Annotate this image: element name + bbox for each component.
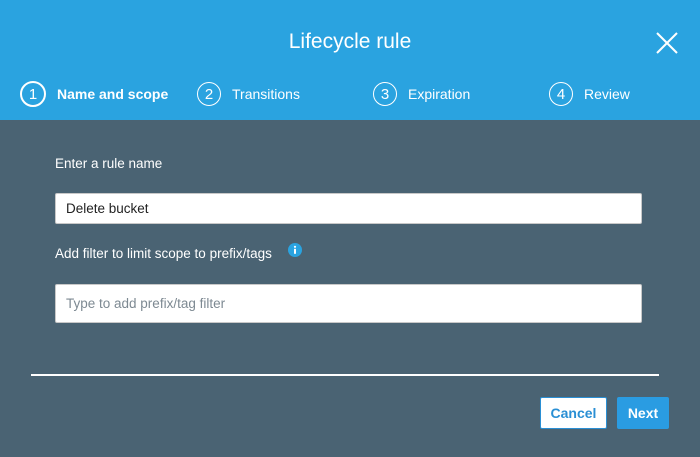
step-label: Review	[584, 86, 630, 102]
info-icon[interactable]	[287, 243, 302, 262]
close-button[interactable]	[652, 28, 682, 58]
step-transitions[interactable]: 2 Transitions	[197, 81, 300, 107]
step-number-badge: 4	[549, 82, 573, 106]
lifecycle-rule-dialog: Lifecycle rule 1 Name and scope 2 Transi…	[0, 0, 700, 457]
cancel-button[interactable]: Cancel	[540, 397, 607, 429]
step-number-badge: 3	[373, 82, 397, 106]
filter-label: Add filter to limit scope to prefix/tags	[55, 246, 272, 261]
step-number-badge: 1	[20, 81, 46, 107]
footer-divider	[31, 374, 659, 376]
rule-name-input[interactable]	[55, 193, 642, 224]
dialog-title: Lifecycle rule	[288, 30, 412, 53]
next-button[interactable]: Next	[617, 397, 669, 429]
step-name-and-scope[interactable]: 1 Name and scope	[20, 81, 168, 107]
step-label: Expiration	[408, 86, 471, 102]
rule-name-label: Enter a rule name	[55, 156, 163, 171]
step-label: Name and scope	[57, 86, 169, 102]
prefix-tag-filter-input[interactable]	[55, 284, 642, 323]
step-expiration[interactable]: 3 Expiration	[373, 81, 470, 107]
dialog-header: Lifecycle rule 1 Name and scope 2 Transi…	[0, 0, 700, 120]
step-number-badge: 2	[197, 82, 221, 106]
step-label: Transitions	[232, 86, 300, 102]
close-icon	[656, 32, 678, 54]
filter-label-row: Add filter to limit scope to prefix/tags	[55, 243, 302, 263]
step-review[interactable]: 4 Review	[549, 81, 630, 107]
